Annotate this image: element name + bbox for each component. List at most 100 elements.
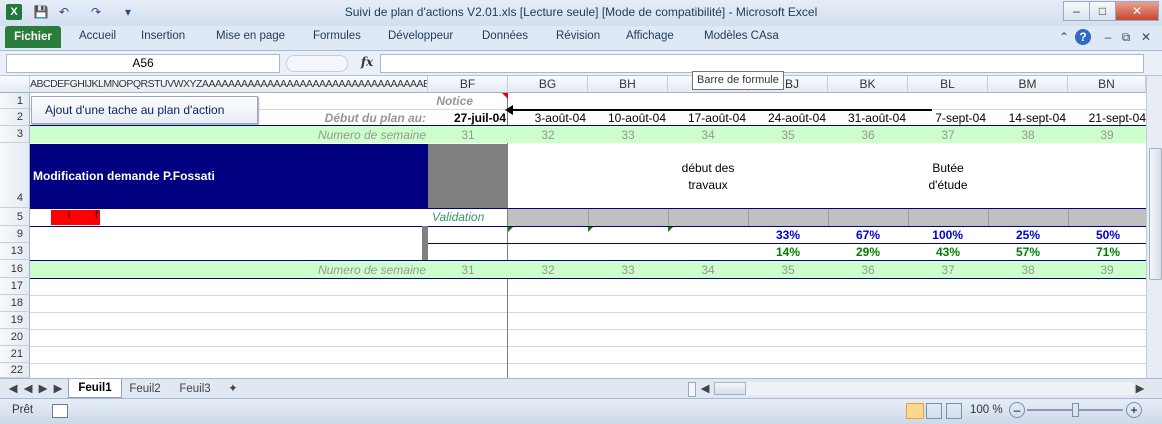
row-header-3[interactable]: 3 [0, 126, 30, 143]
row-header-16[interactable]: 16 [0, 260, 30, 278]
row-header-9[interactable]: 9 [0, 226, 30, 243]
column-header-bn[interactable]: BN [1068, 76, 1146, 93]
pct-row13[interactable]: 43% [908, 245, 960, 259]
tab-formules[interactable]: Formules [313, 30, 361, 42]
date-cell-bf[interactable]: 27-juil-04 [428, 111, 506, 125]
row-header-5[interactable]: 5 [0, 208, 30, 226]
horizontal-scroll-thumb[interactable] [714, 382, 746, 395]
row-header-2[interactable]: 2 [0, 109, 30, 126]
pct-row9[interactable]: 25% [988, 228, 1040, 242]
row-header-20[interactable]: 20 [0, 329, 30, 346]
tab-affichage[interactable]: Affichage [626, 30, 674, 42]
sheet-tab-feuil3[interactable]: Feuil3 [172, 381, 218, 397]
date-cell-bj[interactable]: 24-août-04 [748, 111, 826, 125]
normal-view-icon[interactable] [906, 403, 924, 419]
week-cell[interactable]: 37 [908, 128, 988, 142]
row-header-19[interactable]: 19 [0, 312, 30, 329]
add-task-button[interactable]: Ajout d'une tache au plan d'action [31, 96, 258, 124]
name-box[interactable]: A56 [6, 54, 280, 73]
week-cell[interactable]: 36 [828, 128, 908, 142]
zoom-out-icon[interactable]: – [1009, 402, 1025, 418]
pct-row9[interactable]: 33% [748, 228, 800, 242]
tab-accueil[interactable]: Accueil [79, 30, 116, 42]
date-cell-bi[interactable]: 17-août-04 [668, 111, 746, 125]
pct-row13[interactable]: 71% [1068, 245, 1120, 259]
vertical-scrollbar[interactable] [1146, 76, 1162, 378]
row-header-17[interactable]: 17 [0, 278, 30, 295]
insert-sheet-icon[interactable]: ✦ [222, 381, 244, 397]
tab-file[interactable]: Fichier [5, 26, 61, 48]
tab-insertion[interactable]: Insertion [141, 30, 185, 42]
close-button[interactable]: ✕ [1115, 1, 1159, 21]
row-header-21[interactable]: 21 [0, 346, 30, 363]
restore-workbook-icon[interactable]: ⧉ [1118, 29, 1134, 45]
pct-row13[interactable]: 29% [828, 245, 880, 259]
week-cell[interactable]: 34 [668, 263, 748, 277]
tab-mise-en-page[interactable]: Mise en page [216, 30, 285, 42]
week-cell[interactable]: 32 [508, 128, 588, 142]
macro-record-icon[interactable] [52, 404, 68, 418]
column-header-bm[interactable]: BM [988, 76, 1068, 93]
zoom-slider-thumb[interactable] [1072, 403, 1079, 417]
pct-row9[interactable]: 100% [908, 228, 963, 242]
row-header-13[interactable]: 13 [0, 243, 30, 260]
tab-split-handle[interactable] [688, 382, 696, 397]
scroll-left-icon[interactable]: ◀ [699, 381, 711, 397]
column-header-collapsed[interactable]: ABCDEFGHIJKLMNOPQRSTUVWXYZAAAAAAAAAAAAAA… [30, 76, 428, 93]
insert-function-icon[interactable]: fx [356, 54, 378, 71]
column-header-bf[interactable]: BF [428, 76, 508, 93]
date-cell-bn[interactable]: 21-sept-04 [1068, 111, 1146, 125]
column-header-bh[interactable]: BH [588, 76, 668, 93]
week-cell[interactable]: 35 [748, 128, 828, 142]
week-cell[interactable]: 36 [828, 263, 908, 277]
week-cell[interactable]: 39 [1068, 128, 1146, 142]
sheet-tab-feuil2[interactable]: Feuil2 [122, 381, 168, 397]
row-header-1[interactable]: 1 [0, 93, 30, 109]
date-cell-bl[interactable]: 7-sept-04 [908, 111, 986, 125]
help-icon[interactable]: ? [1075, 29, 1091, 45]
date-cell-bm[interactable]: 14-sept-04 [988, 111, 1066, 125]
red-status-cell[interactable] [51, 210, 100, 225]
date-cell-bh[interactable]: 10-août-04 [588, 111, 666, 125]
tab-developpeur[interactable]: Développeur [388, 30, 453, 42]
tab-revision[interactable]: Révision [556, 30, 600, 42]
row-header-18[interactable]: 18 [0, 295, 30, 312]
week-cell[interactable]: 32 [508, 263, 588, 277]
scroll-right-icon[interactable]: ▶ [1134, 381, 1146, 397]
restore-button[interactable]: □ [1089, 1, 1116, 21]
row-header-4[interactable]: 4 [0, 143, 30, 208]
close-workbook-icon[interactable]: ✕ [1138, 29, 1154, 45]
minimize-workbook-icon[interactable]: – [1100, 29, 1116, 45]
column-header-bk[interactable]: BK [828, 76, 908, 93]
horizontal-scrollbar[interactable] [714, 382, 1134, 395]
tab-modeles-casa[interactable]: Modèles CAsa [704, 30, 779, 42]
date-cell-bg[interactable]: 3-août-04 [508, 111, 586, 125]
prev-sheet-icon[interactable]: ◀ [23, 381, 33, 397]
first-sheet-icon[interactable]: ◀ [8, 381, 18, 397]
week-cell[interactable]: 37 [908, 263, 988, 277]
pct-row9[interactable]: 67% [828, 228, 880, 242]
date-cell-bk[interactable]: 31-août-04 [828, 111, 906, 125]
week-cell[interactable]: 31 [428, 128, 508, 142]
week-cell[interactable]: 35 [748, 263, 828, 277]
week-cell[interactable]: 31 [428, 263, 508, 277]
week-cell[interactable]: 38 [988, 263, 1068, 277]
next-sheet-icon[interactable]: ▶ [38, 381, 48, 397]
page-break-view-icon[interactable] [946, 403, 962, 419]
validation-row-grey[interactable] [508, 209, 1146, 226]
select-all-corner[interactable] [0, 76, 30, 93]
pct-row13[interactable]: 57% [988, 245, 1040, 259]
vertical-scroll-thumb[interactable] [1149, 148, 1162, 280]
column-header-bg[interactable]: BG [508, 76, 588, 93]
week-cell[interactable]: 33 [588, 263, 668, 277]
pct-row9[interactable]: 50% [1068, 228, 1120, 242]
worksheet[interactable]: ABCDEFGHIJKLMNOPQRSTUVWXYZAAAAAAAAAAAAAA… [0, 76, 1146, 378]
pct-row13[interactable]: 14% [748, 245, 800, 259]
last-sheet-icon[interactable]: ▶ [53, 381, 63, 397]
zoom-level[interactable]: 100 % [970, 404, 1003, 416]
row-header-22[interactable]: 22 [0, 363, 30, 378]
week-cell[interactable]: 39 [1068, 263, 1146, 277]
minimize-button[interactable]: – [1063, 1, 1090, 21]
minimize-ribbon-icon[interactable]: ⌃ [1056, 29, 1072, 45]
week-cell[interactable]: 38 [988, 128, 1068, 142]
